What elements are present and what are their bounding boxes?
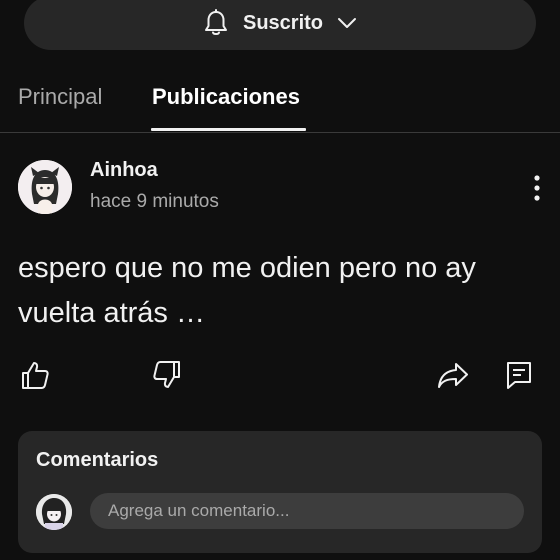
post-timestamp: hace 9 minutos [90,191,219,212]
comment-button[interactable] [502,360,536,394]
tab-publicaciones[interactable]: Publicaciones [152,84,300,110]
post-body: espero que no me odien pero no ay vuelta… [18,252,476,329]
share-button[interactable] [436,360,470,394]
active-tab-indicator [151,128,306,131]
tab-principal[interactable]: Principal [18,84,102,110]
post-page: Suscrito Principal Publicaciones Ainhoa … [0,0,560,560]
comments-section[interactable]: Comentarios Agrega un comentario... [18,431,542,553]
bell-icon [203,9,229,37]
subscribed-button[interactable]: Suscrito [24,0,536,50]
share-icon [436,360,470,395]
comments-title: Comentarios [36,449,159,471]
author-avatar[interactable] [18,160,72,214]
dislike-button[interactable] [150,360,184,394]
comment-input[interactable]: Agrega un comentario... [90,493,524,529]
more-vert-icon[interactable] [526,172,548,204]
subscribed-label: Suscrito [242,11,324,34]
author-name[interactable]: Ainhoa [90,159,158,182]
like-button[interactable] [18,360,52,394]
chevron-down-icon [337,17,357,29]
comment-icon [504,359,534,396]
thumbs-up-icon [19,359,51,396]
tab-bar: Principal Publicaciones [0,60,560,133]
user-avatar [36,494,72,530]
thumbs-down-icon [151,359,183,396]
